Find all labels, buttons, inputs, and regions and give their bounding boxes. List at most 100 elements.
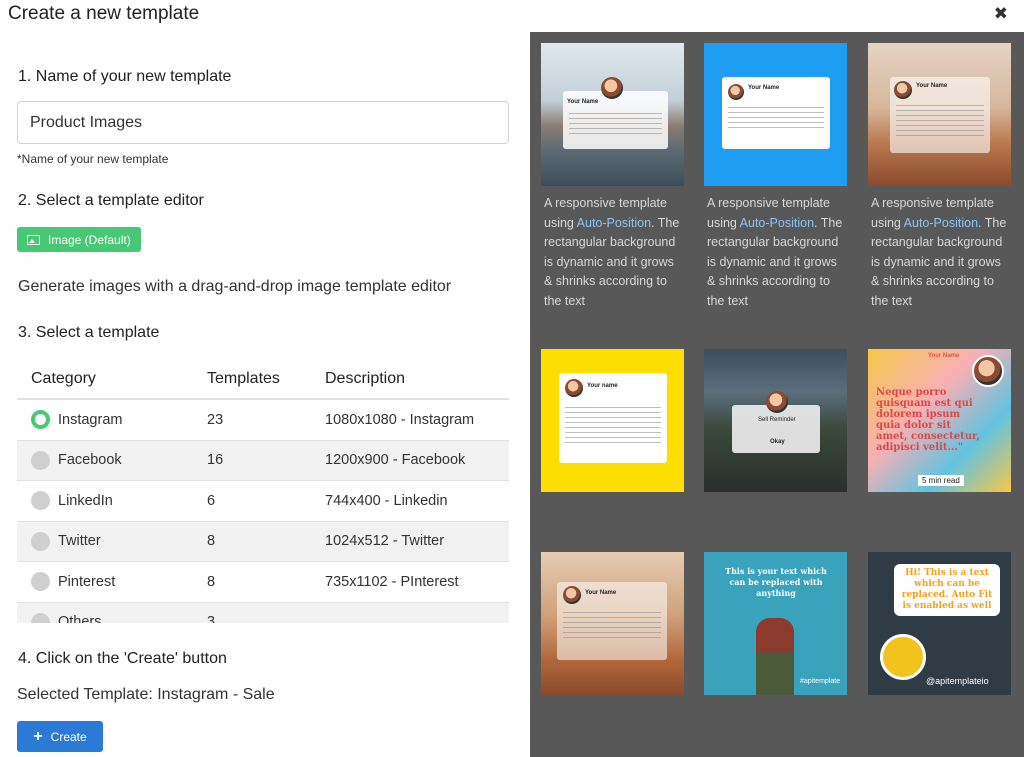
row-count: 6 (207, 492, 216, 509)
mini-card: Your Name (557, 582, 667, 660)
table-row-twitter[interactable]: Twitter 8 1024x512 - Twitter (17, 521, 509, 562)
avatar (565, 379, 583, 397)
avatar (601, 77, 623, 99)
mini-card: Your Name (890, 77, 990, 153)
table-row-facebook[interactable]: Facebook 16 1200x900 - Facebook (17, 440, 509, 481)
table-row-pinterest[interactable]: Pinterest 8 735x1102 - PInterest (17, 562, 509, 603)
mini-card: Your Name (563, 77, 668, 149)
radio-unselected[interactable] (31, 612, 50, 623)
auto-position-link[interactable]: Auto-Position (577, 216, 651, 230)
radio-selected[interactable] (31, 410, 50, 430)
radio-unselected[interactable] (31, 531, 50, 551)
col-description: Description (325, 370, 406, 387)
template-card[interactable]: Your Name A responsive template using Au… (541, 43, 684, 311)
template-thumbnail[interactable]: Your Name (868, 43, 1011, 186)
template-thumbnail[interactable]: Hi! This is a text which can be replaced… (868, 552, 1011, 695)
radio-unselected[interactable] (31, 450, 50, 470)
avatar (563, 586, 581, 604)
table-row-instagram[interactable]: Instagram 23 1080x1080 - Instagram (17, 400, 509, 441)
create-button[interactable]: + Create (17, 721, 103, 752)
radio-unselected[interactable] (31, 572, 50, 592)
row-count: 8 (207, 533, 216, 550)
min-read: 5 min read (918, 475, 964, 486)
mini-card: Your Name (722, 77, 830, 149)
speech-bubble: Hi! This is a text which can be replaced… (894, 564, 1000, 616)
template-thumbnail[interactable]: Your name (541, 349, 684, 492)
template-thumbnail[interactable]: Your Name (541, 43, 684, 186)
radio-unselected[interactable] (31, 491, 50, 511)
mini-name: Sell Reminder (758, 417, 796, 423)
template-thumbnail[interactable]: Your Name (541, 552, 684, 695)
template-thumbnail[interactable]: Your Name Neque porro quisquam est qui d… (868, 349, 1011, 492)
row-description: 1200x900 - Facebook (325, 452, 466, 469)
editor-description: Generate images with a drag-and-drop ima… (18, 278, 452, 295)
template-card[interactable]: Your Name (541, 552, 684, 695)
mini-lines (569, 113, 662, 137)
step3-heading: 3. Select a template (18, 324, 160, 341)
template-name-hint: *Name of your new template (17, 152, 169, 166)
row-category: Pinterest (58, 573, 116, 590)
avatar (880, 634, 926, 680)
avatar (972, 355, 1004, 387)
template-card[interactable]: Sell Reminder Okay (704, 349, 847, 492)
image-editor-label: Image (Default) (48, 232, 131, 247)
template-card[interactable]: Hi! This is a text which can be replaced… (868, 552, 1011, 695)
replace-text: This is your text which can be replaced … (725, 566, 827, 598)
row-description: 1024x512 - Twitter (325, 533, 445, 550)
mini-name: Your Name (748, 85, 780, 91)
table-row-linkedin[interactable]: LinkedIn 6 744x400 - Linkedin (17, 481, 509, 522)
step1-heading: 1. Name of your new template (18, 68, 232, 85)
quote-text: Neque porro quisquam est qui dolorem ips… (876, 387, 981, 453)
mini-name: Your Name (585, 590, 617, 596)
image-icon (27, 234, 40, 245)
mini-lines (896, 105, 984, 139)
template-table: Category Templates Description Instagram… (17, 360, 509, 623)
hashtag: #apitemplate (800, 678, 841, 685)
template-thumbnail[interactable]: Sell Reminder Okay (704, 349, 847, 492)
table-row-others[interactable]: Others 3 (17, 602, 509, 623)
row-category: Facebook (58, 452, 122, 469)
row-count: 23 (207, 411, 224, 428)
mini-name: Your name (587, 383, 618, 389)
modal-title: Create a new template (8, 3, 200, 24)
row-description: 744x400 - Linkedin (325, 492, 448, 509)
person-figure (756, 618, 794, 695)
template-card[interactable]: Your name (541, 349, 684, 492)
avatar (766, 391, 788, 413)
avatar (894, 81, 912, 99)
plus-icon: + (33, 727, 43, 745)
template-description: A responsive template using Auto-Positio… (541, 186, 684, 311)
table-header: Category Templates Description (17, 360, 509, 400)
mini-name: Your Name (916, 83, 948, 89)
template-card[interactable]: Your Name Neque porro quisquam est qui d… (868, 349, 1011, 492)
form-panel: 1. Name of your new template *Name of yo… (0, 32, 530, 757)
template-card[interactable]: Your Name A responsive template using Au… (704, 43, 847, 311)
row-category: Twitter (58, 533, 101, 550)
template-thumbnail[interactable]: Your Name (704, 43, 847, 186)
auto-position-link[interactable]: Auto-Position (904, 216, 978, 230)
template-name-input[interactable] (17, 101, 509, 144)
step2-heading: 2. Select a template editor (18, 192, 204, 209)
row-category: Others (58, 614, 102, 623)
mini-name: Your Name (928, 353, 960, 359)
row-category: LinkedIn (58, 492, 113, 509)
row-count: 3 (207, 614, 216, 623)
mini-card: Your name (559, 373, 667, 463)
template-card[interactable]: This is your text which can be replaced … (704, 552, 847, 695)
mini-lines (565, 407, 661, 447)
row-count: 16 (207, 452, 224, 469)
template-thumbnail[interactable]: This is your text which can be replaced … (704, 552, 847, 695)
row-description: 735x1102 - PInterest (325, 573, 459, 590)
template-gallery: Your Name A responsive template using Au… (530, 32, 1024, 757)
handle: @apitemplateio (926, 676, 989, 686)
mini-lines (563, 612, 661, 642)
selected-template-label: Selected Template: Instagram - Sale (17, 686, 275, 703)
image-editor-button[interactable]: Image (Default) (17, 227, 141, 252)
template-card[interactable]: Your Name A responsive template using Au… (868, 43, 1011, 311)
close-icon[interactable]: ✖ (994, 4, 1008, 24)
mini-ok: Okay (770, 439, 785, 445)
auto-position-link[interactable]: Auto-Position (740, 216, 814, 230)
row-count: 8 (207, 573, 216, 590)
row-description: 1080x1080 - Instagram (325, 411, 475, 428)
row-category: Instagram (58, 411, 123, 428)
